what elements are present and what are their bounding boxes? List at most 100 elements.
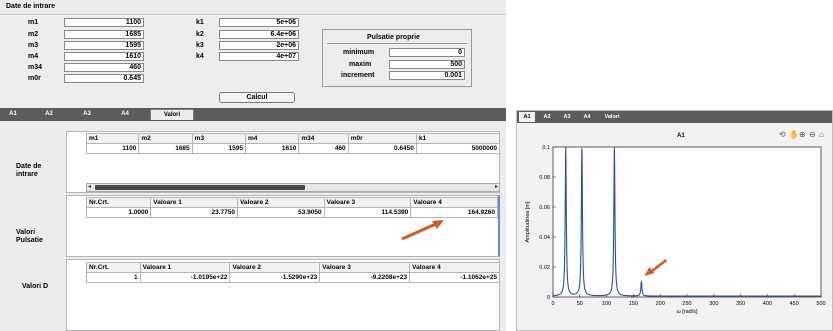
- label-m4: m4: [28, 53, 39, 60]
- minim-label: minimum: [343, 49, 375, 56]
- value-cell: 53.9050: [236, 207, 325, 218]
- tab-strip: A1 A2 A3 A4 Valori: [0, 108, 506, 121]
- x-tick-label: 200: [656, 301, 665, 307]
- label-m1: m1: [28, 19, 39, 26]
- valori-panel: Date de intrare m1 m2 m3 m4 m34 m0r k1 1100 168…: [0, 121, 506, 331]
- value-cell: 460: [298, 143, 349, 154]
- scroll-thumb[interactable]: [95, 185, 305, 190]
- value-cell: 1685: [138, 143, 193, 154]
- maxim-label: maxim: [349, 61, 372, 68]
- header-cell: Valoare 4: [410, 197, 498, 208]
- input-m4[interactable]: 1610: [64, 52, 144, 61]
- value-cell: 164.9260: [410, 207, 498, 218]
- label-m2: m2: [28, 31, 39, 38]
- header-cell: Valoare 3: [323, 197, 412, 208]
- tab-a4[interactable]: A4: [116, 109, 134, 120]
- x-tick-label: 50: [577, 301, 583, 307]
- x-tick-label: 350: [736, 301, 745, 307]
- input-m2[interactable]: 1685: [64, 30, 144, 39]
- y-tick-label: 0.1: [542, 145, 550, 151]
- header-cell: m4: [244, 133, 300, 144]
- valori-pulsatie-label: Valori Pulsatie: [16, 229, 43, 244]
- input-k3[interactable]: 2e+06: [219, 41, 299, 50]
- input-k1[interactable]: 5e+06: [219, 18, 299, 27]
- tab-valori[interactable]: Valori: [150, 109, 194, 120]
- value-cell: 23.7750: [150, 207, 238, 218]
- header-cell: Valoare 2: [229, 262, 321, 273]
- value-cell: -1.0195e+22: [139, 272, 231, 283]
- x-tick-label: 500: [816, 301, 825, 307]
- label-k4: k4: [196, 53, 204, 60]
- label-k2: k2: [196, 31, 204, 38]
- value-cell: -9.2208e+23: [319, 272, 411, 283]
- value-cell: 1595: [191, 143, 247, 154]
- maxim-input[interactable]: 500: [389, 60, 465, 69]
- y-tick-label: 0.08: [539, 175, 550, 181]
- window-title: Date de intrare: [6, 3, 56, 10]
- header-cell: Valoare 4: [409, 262, 500, 273]
- y-tick-label: 0.02: [539, 265, 550, 271]
- pulsatie-group: Pulsatie proprie minimum 0 maxim 500 inc…: [322, 29, 472, 87]
- header-cell: Valoare 1: [139, 262, 231, 273]
- minim-input[interactable]: 0: [389, 48, 465, 57]
- tab-a1[interactable]: A1: [4, 109, 22, 120]
- valori-d-label: Valori D: [22, 283, 49, 290]
- input-m1[interactable]: 1100: [64, 18, 144, 27]
- y-tick-label: 0.06: [539, 205, 550, 211]
- value-cell: 5000000: [415, 143, 501, 154]
- pulsatie-table: Nr.Crt. Valoare 1 Valoare 2 Valoare 3 Valoar…: [85, 197, 498, 218]
- date-intrare-label: Date de intrare: [16, 163, 42, 178]
- scroll-right-icon[interactable]: ▸: [495, 184, 498, 191]
- plot-window: A1 A2 A3 A4 Valori A1 ⟲ ✋ ⊕ ⊖ ⌂ 0 0.02 0.0…: [516, 110, 833, 331]
- value-cell: 1100: [85, 143, 140, 154]
- highlight-arrow-icon: [401, 220, 444, 241]
- x-tick-label: 250: [682, 301, 691, 307]
- x-tick-label: 100: [602, 301, 611, 307]
- x-tick-label: 300: [709, 301, 718, 307]
- pulsatie-title: Pulsatie proprie: [367, 34, 420, 41]
- y-tick-label: 0: [547, 295, 550, 301]
- input-m3[interactable]: 1595: [64, 41, 144, 50]
- label-k1: k1: [196, 19, 204, 26]
- header-cell: Valoare 2: [236, 197, 325, 208]
- value-cell: -1.5290e+23: [229, 272, 321, 283]
- plot-area: [552, 146, 822, 298]
- input-k2[interactable]: 6.4e+06: [219, 30, 299, 39]
- header-cell: m0r: [347, 133, 417, 144]
- x-tick-label: 0: [551, 301, 554, 307]
- scroll-left-icon[interactable]: ◂: [88, 184, 91, 191]
- x-axis-label: ω [rad/s]: [676, 309, 698, 315]
- label-m0r: m0r: [28, 75, 41, 82]
- header-cell: m34: [298, 133, 349, 144]
- header-cell: m3: [191, 133, 247, 144]
- x-tick-label: 150: [629, 301, 638, 307]
- value-cell: 1610: [244, 143, 300, 154]
- increment-label: increment: [341, 72, 375, 79]
- value-cell: 1.0000: [85, 207, 152, 218]
- input-k4[interactable]: 4e+07: [219, 52, 299, 61]
- header-cell: Valoare 1: [150, 197, 238, 208]
- tab-a2[interactable]: A2: [40, 109, 58, 120]
- header-cell: m1: [85, 133, 140, 144]
- header-cell: k1: [415, 133, 501, 144]
- label-k3: k3: [196, 42, 204, 49]
- divider: [327, 43, 467, 44]
- tab-a3[interactable]: A3: [78, 109, 96, 120]
- x-tick-label: 450: [790, 301, 799, 307]
- increment-input[interactable]: 0.001: [389, 71, 465, 80]
- header-cell: m2: [138, 133, 193, 144]
- header-cell: Nr.Crt.: [86, 262, 141, 273]
- calcul-button[interactable]: Calcul: [219, 92, 295, 103]
- x-tick-label: 400: [763, 301, 772, 307]
- input-window: Date de intrare Pulsatie proprie minimum…: [0, 0, 506, 331]
- header-cell: Valoare 3: [319, 262, 411, 273]
- d-table: Nr.Crt. Valoare 1 Valoare 2 Valoare 3 Valoar…: [86, 262, 500, 283]
- value-cell: 1: [86, 272, 141, 283]
- input-m0r[interactable]: 0.645: [64, 74, 144, 83]
- input-m34[interactable]: 460: [64, 63, 144, 72]
- input-panel: Pulsatie proprie minimum 0 maxim 500 inc…: [0, 14, 506, 106]
- value-cell: -1.1062e+25: [409, 272, 500, 283]
- horizontal-scrollbar[interactable]: ◂ ▸: [86, 183, 500, 192]
- amplitude-chart: 0 0.02 0.04 0.06 0.08 0.1 0 50 100 150 200 250 300 35…: [525, 145, 826, 315]
- y-axis-label: Amplitudinea [m]: [525, 201, 531, 242]
